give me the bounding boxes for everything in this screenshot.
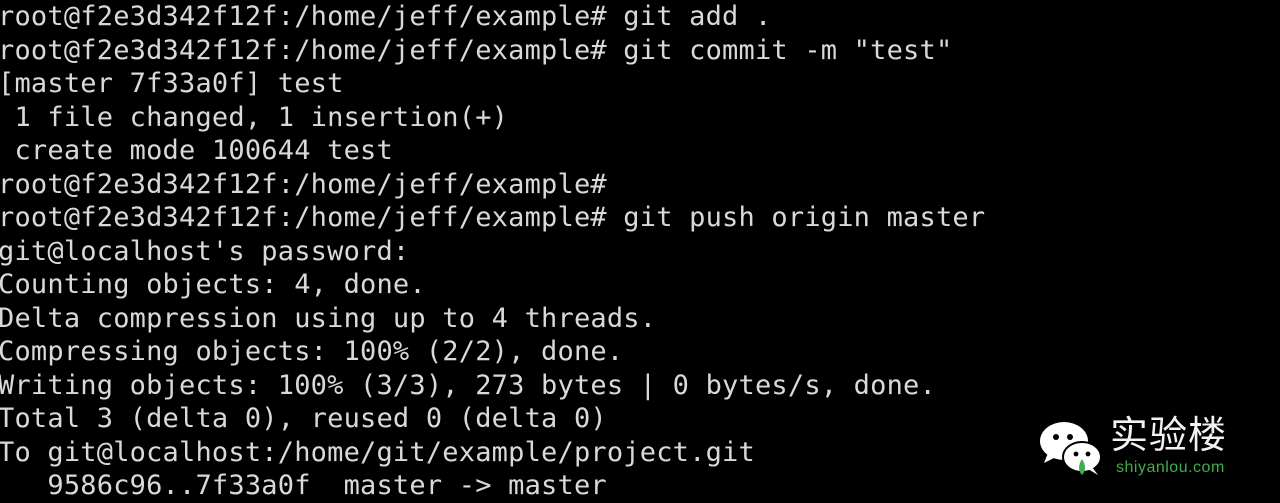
terminal-line: Delta compression using up to 4 threads.	[0, 302, 657, 334]
terminal-line: Writing objects: 100% (3/3), 273 bytes |…	[0, 369, 936, 401]
watermark-title: 实验楼	[1110, 413, 1228, 457]
watermark-logo: 实验楼 shiyanlou.com	[1038, 415, 1238, 485]
terminal-line: create mode 100644 test	[0, 135, 393, 166]
terminal-line: git@localhost's password:	[0, 235, 410, 267]
terminal-output: root@f2e3d342f12f:/home/jeff/example# gi…	[0, 0, 985, 503]
terminal-line: root@f2e3d342f12f:/home/jeff/example# gi…	[0, 202, 986, 233]
terminal-line: root@f2e3d342f12f:/home/jeff/example# gi…	[0, 34, 953, 66]
terminal-line: root@f2e3d342f12f:/home/jeff/example# gi…	[0, 1, 772, 32]
terminal-line: [master 7f33a0f] test	[0, 68, 344, 99]
watermark-site: shiyanlou.com	[1116, 459, 1225, 476]
wechat-icon	[1040, 422, 1102, 475]
terminal-line: Total 3 (delta 0), reused 0 (delta 0)	[0, 403, 607, 434]
terminal-line: To git@localhost:/home/git/example/proje…	[0, 436, 755, 468]
terminal-line: 1 file changed, 1 insertion(+)	[0, 101, 509, 133]
terminal-line: Counting objects: 4, done.	[0, 269, 426, 300]
terminal-line: Compressing objects: 100% (2/2), done.	[0, 336, 624, 367]
terminal-line: 9586c96..7f33a0f master -> master	[0, 470, 607, 501]
terminal-window[interactable]: root@f2e3d342f12f:/home/jeff/example# gi…	[0, 0, 1280, 503]
terminal-line: root@f2e3d342f12f:/home/jeff/example#	[0, 168, 607, 200]
